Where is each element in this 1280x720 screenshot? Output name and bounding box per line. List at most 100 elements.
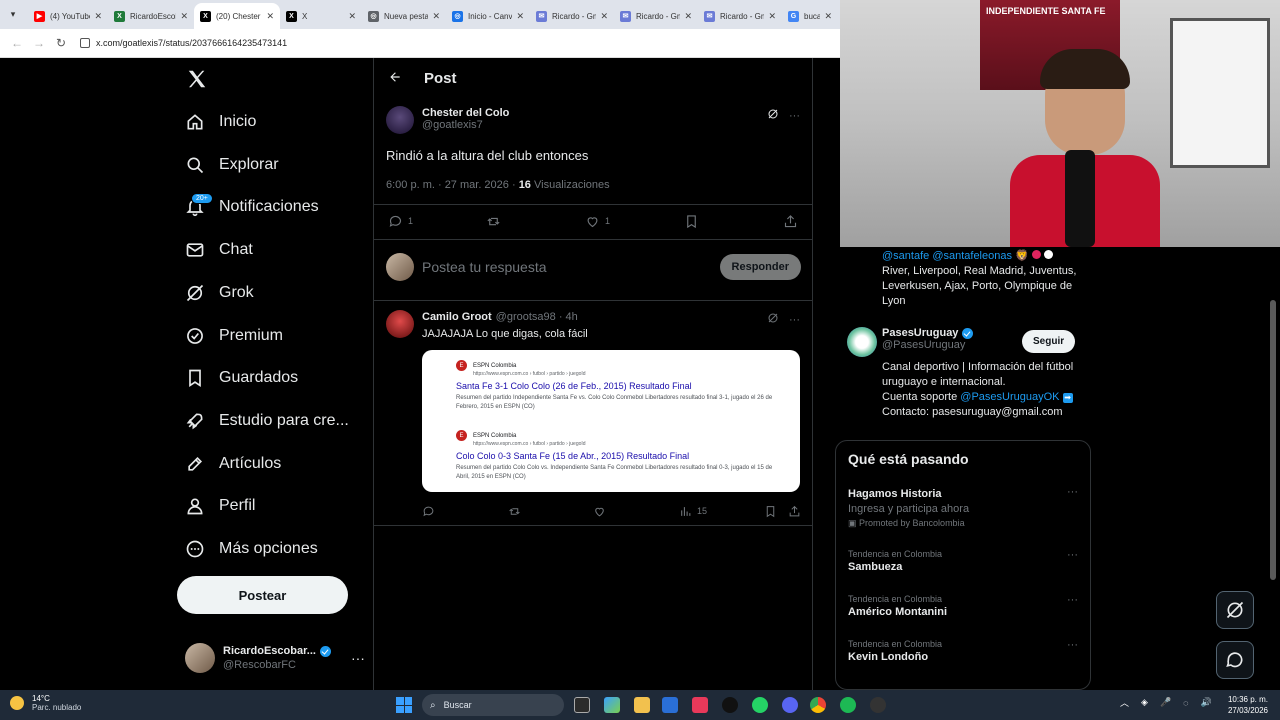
reply-icon[interactable] xyxy=(422,505,435,518)
back-arrow-icon[interactable]: ← xyxy=(6,36,28,50)
mention-link[interactable]: @santafe xyxy=(882,250,929,262)
nav-item-artículos[interactable]: Artículos xyxy=(185,446,281,482)
grok-fab-icon[interactable] xyxy=(1216,591,1254,629)
like-icon[interactable] xyxy=(593,505,606,518)
more-horizontal-icon[interactable]: ··· xyxy=(1067,639,1078,651)
share-icon[interactable] xyxy=(788,505,801,518)
nav-item-estudio-para-cre[interactable]: Estudio para cre... xyxy=(185,403,349,439)
browser-tab[interactable]: ✉ Ricardo - Gmail✕ xyxy=(698,3,782,29)
more-horizontal-icon[interactable]: ··· xyxy=(789,314,800,326)
close-tab-icon[interactable]: ✕ xyxy=(516,11,524,22)
browser-tab[interactable]: ✉ Ricardo - Gmail✕ xyxy=(530,3,614,29)
back-arrow-icon[interactable] xyxy=(388,70,402,87)
widgets-icon[interactable] xyxy=(604,697,620,713)
x-logo-icon[interactable] xyxy=(186,68,208,97)
tweet-timestamp[interactable]: 6:00 p. m. · 27 mar. 2026 · xyxy=(386,179,519,191)
mention-link[interactable]: @PasesUruguayOK xyxy=(960,391,1059,403)
whatsapp-icon[interactable] xyxy=(752,697,768,713)
close-tab-icon[interactable]: ✕ xyxy=(348,11,356,22)
browser-tab[interactable]: X RicardoEscobar ✕ xyxy=(108,3,194,29)
obs-icon[interactable] xyxy=(870,697,886,713)
follow-button[interactable]: Seguir xyxy=(1022,330,1076,353)
browser-tab[interactable]: ◎ Nueva pestaña✕ xyxy=(362,3,446,29)
grok-icon[interactable] xyxy=(767,311,779,329)
url-field[interactable]: x.com/goatlexis7/status/2037666164235473… xyxy=(80,38,287,48)
weather-widget[interactable]: 14°C Parc. nublado xyxy=(10,694,81,712)
browser-tab[interactable]: ◎ Inicio - Canva ✕ xyxy=(446,3,530,29)
wifi-icon[interactable]: ◌ xyxy=(1183,698,1188,708)
site-info-icon[interactable] xyxy=(80,38,90,48)
reply-button[interactable]: Responder xyxy=(719,254,801,280)
chevron-up-icon[interactable]: ︿ xyxy=(1120,696,1129,709)
taskbar-clock[interactable]: 10:36 p. m. 27/03/2026 xyxy=(1224,694,1268,716)
browser-tab[interactable]: X X ✕ xyxy=(280,3,362,29)
repost-icon[interactable] xyxy=(508,505,521,518)
bookmark-icon[interactable] xyxy=(684,214,699,229)
reply-input[interactable]: Postea tu respuesta xyxy=(422,259,720,275)
account-switcher[interactable]: RicardoEscobar... @RescobarFC ··· xyxy=(185,638,365,678)
more-horizontal-icon[interactable]: ··· xyxy=(351,650,365,666)
close-tab-icon[interactable]: ✕ xyxy=(824,11,832,22)
share-icon[interactable] xyxy=(783,214,798,229)
more-horizontal-icon[interactable]: ··· xyxy=(1067,594,1078,606)
nav-item-grok[interactable]: Grok xyxy=(185,275,254,311)
more-horizontal-icon[interactable]: ··· xyxy=(1067,549,1078,561)
reply-image[interactable]: E ESPN Colombia https://www.espn.com.co ›… xyxy=(422,350,800,492)
nav-item-explorar[interactable]: Explorar xyxy=(185,147,279,183)
reply-author-avatar[interactable] xyxy=(386,310,414,338)
more-horizontal-icon[interactable]: ··· xyxy=(1067,486,1078,498)
reply-author-name[interactable]: Camilo Groot xyxy=(422,311,492,323)
trend-item[interactable]: Tendencia en Colombia Kevin Londoño ··· xyxy=(848,639,1078,663)
close-tab-icon[interactable]: ✕ xyxy=(94,11,102,22)
repost-icon[interactable] xyxy=(486,214,501,229)
network-icon[interactable]: ◈ xyxy=(1141,697,1148,708)
nav-item-notificaciones[interactable]: 20+ Notificaciones xyxy=(185,189,319,225)
nav-item-más-opciones[interactable]: Más opciones xyxy=(185,531,318,567)
file-explorer-icon[interactable] xyxy=(634,697,650,713)
bookmark-icon[interactable] xyxy=(764,505,777,518)
author-avatar[interactable] xyxy=(386,106,414,134)
page-scrollbar[interactable] xyxy=(1270,300,1276,580)
nav-item-perfil[interactable]: Perfil xyxy=(185,488,255,524)
author-name[interactable]: Chester del Colo xyxy=(422,107,509,119)
trend-item[interactable]: Tendencia en Colombia Sambueza ··· xyxy=(848,549,1078,573)
close-tab-icon[interactable]: ✕ xyxy=(684,11,692,22)
mention-link[interactable]: @santafeleonas xyxy=(932,250,1012,262)
tab-search-chevron-icon[interactable]: ▾ xyxy=(4,6,22,24)
discord-icon[interactable] xyxy=(782,697,798,713)
reply-icon[interactable]: 1 xyxy=(388,214,413,229)
close-tab-icon[interactable]: ✕ xyxy=(600,11,608,22)
more-horizontal-icon[interactable]: ··· xyxy=(789,110,800,122)
like-icon[interactable]: 1 xyxy=(585,214,610,229)
post-button[interactable]: Postear xyxy=(177,576,348,614)
forward-arrow-icon[interactable]: → xyxy=(28,36,50,50)
close-tab-icon[interactable]: ✕ xyxy=(266,11,274,22)
capcut-icon[interactable] xyxy=(692,697,708,713)
chat-fab-icon[interactable] xyxy=(1216,641,1254,679)
close-tab-icon[interactable]: ✕ xyxy=(180,11,188,22)
spotify-icon[interactable] xyxy=(840,697,856,713)
trend-item[interactable]: Hagamos Historia Ingresa y participa aho… xyxy=(848,486,1078,529)
close-tab-icon[interactable]: ✕ xyxy=(432,11,440,22)
account-name[interactable]: PasesUruguay xyxy=(882,327,958,339)
taskbar-search[interactable]: ⌕ Buscar xyxy=(422,694,564,716)
trend-item[interactable]: Tendencia en Colombia Américo Montanini … xyxy=(848,594,1078,618)
pasesuruguay-avatar[interactable] xyxy=(847,327,877,357)
start-button-icon[interactable] xyxy=(396,697,412,713)
author-handle[interactable]: @goatlexis7 xyxy=(422,119,509,131)
nav-item-inicio[interactable]: Inicio xyxy=(185,104,256,140)
volume-icon[interactable]: 🔊 xyxy=(1201,697,1212,708)
nav-item-premium[interactable]: Premium xyxy=(185,318,283,354)
chrome-icon[interactable] xyxy=(810,697,826,713)
nav-item-guardados[interactable]: Guardados xyxy=(185,360,298,396)
browser-tab[interactable]: ✉ Ricardo - Gmail✕ xyxy=(614,3,698,29)
tiktok-icon[interactable] xyxy=(722,697,738,713)
account-handle[interactable]: @PasesUruguay xyxy=(882,339,973,351)
browser-tab[interactable]: Gbucaramanga✕ xyxy=(782,3,838,29)
store-icon[interactable] xyxy=(662,697,678,713)
views-icon[interactable]: 15 xyxy=(679,505,707,518)
reload-icon[interactable]: ↻ xyxy=(50,36,72,50)
task-view-icon[interactable] xyxy=(574,697,590,713)
browser-tab[interactable]: X (20) Chester ✕ xyxy=(194,3,280,29)
close-tab-icon[interactable]: ✕ xyxy=(768,11,776,22)
